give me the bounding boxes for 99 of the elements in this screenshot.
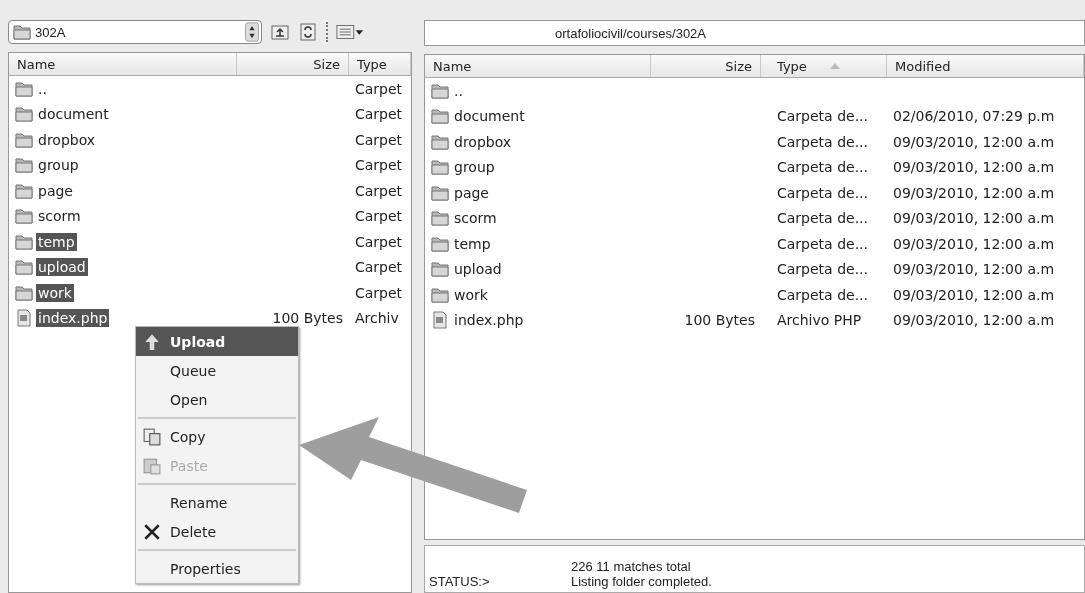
menu-item[interactable]: Open <box>136 385 298 414</box>
file-name[interactable]: page <box>452 183 491 202</box>
remote-path-field[interactable]: ortafoliocivil/courses/302A <box>424 20 1085 46</box>
file-name[interactable]: temp <box>36 232 77 251</box>
file-name[interactable]: page <box>36 181 75 200</box>
file-name[interactable]: group <box>452 158 497 177</box>
file-type: Carpet <box>355 233 403 250</box>
parent-folder-icon[interactable] <box>270 22 290 42</box>
file-name[interactable]: scorm <box>452 209 499 228</box>
column-header[interactable]: Type <box>761 55 887 77</box>
folder-icon <box>15 232 33 251</box>
modified-date: 02/06/2010, 07:29 p.m <box>893 108 1055 125</box>
menu-item[interactable]: Delete <box>136 517 298 546</box>
file-type: Carpet <box>355 182 403 199</box>
file-type: Archivo PHP <box>777 312 862 329</box>
menu-item[interactable]: Copy <box>136 422 298 451</box>
file-type: Carpeta de... <box>777 261 868 278</box>
folder-icon <box>431 285 449 304</box>
folder-icon <box>15 283 33 302</box>
column-header[interactable]: Name <box>9 53 237 75</box>
folder-icon <box>431 260 449 279</box>
folder-icon <box>13 23 31 41</box>
folder-icon <box>15 105 33 124</box>
menu-item[interactable]: Properties <box>136 554 298 583</box>
file-icon <box>15 309 33 328</box>
folder-icon <box>15 156 33 175</box>
folder-icon <box>15 79 33 98</box>
file-type: Carpet <box>355 208 403 225</box>
file-name[interactable]: upload <box>36 258 88 277</box>
file-type: Carpet <box>355 80 403 97</box>
file-name[interactable]: dropbox <box>36 130 98 149</box>
column-header[interactable]: Size <box>651 55 761 77</box>
file-type: Carpeta de... <box>777 108 868 125</box>
folder-icon <box>431 81 449 100</box>
modified-date: 09/03/2010, 12:00 a.m <box>893 159 1055 176</box>
menu-item[interactable]: Upload <box>136 327 298 356</box>
modified-date: 09/03/2010, 12:00 a.m <box>893 286 1055 303</box>
folder-icon <box>15 207 33 226</box>
modified-date: 09/03/2010, 12:00 a.m <box>893 312 1055 329</box>
file-type: Carpeta de... <box>777 286 868 303</box>
folder-icon <box>15 181 33 200</box>
file-type: Carpeta de... <box>777 159 868 176</box>
file-type: Carpeta de... <box>777 184 868 201</box>
file-name[interactable]: upload <box>452 260 504 279</box>
status-message: Listing folder completed. <box>571 574 712 589</box>
spinner-icon <box>245 22 259 42</box>
file-name[interactable]: scorm <box>36 207 83 226</box>
folder-icon <box>431 158 449 177</box>
paste-icon <box>143 456 161 475</box>
file-name[interactable]: temp <box>452 234 493 253</box>
menu-item[interactable]: Rename <box>136 488 298 517</box>
file-type: Carpet <box>355 131 403 148</box>
file-type: Carpet <box>355 259 403 276</box>
file-name[interactable]: .. <box>452 81 465 100</box>
file-type: Carpet <box>355 106 403 123</box>
modified-date: 09/03/2010, 12:00 a.m <box>893 133 1055 150</box>
file-name[interactable]: index.php <box>36 309 110 328</box>
view-menu-icon[interactable] <box>336 22 364 42</box>
sort-arrow-icon <box>828 62 841 70</box>
column-header[interactable]: Type <box>349 53 411 75</box>
file-size: 100 Bytes <box>272 310 343 327</box>
status-label: STATUS:> <box>429 574 491 589</box>
file-name[interactable]: work <box>36 283 74 302</box>
refresh-icon[interactable] <box>298 22 318 42</box>
file-size: 100 Bytes <box>684 312 755 329</box>
folder-icon <box>431 107 449 126</box>
file-name[interactable]: document <box>452 107 527 126</box>
copy-icon <box>143 427 161 446</box>
file-type: Carpeta de... <box>777 210 868 227</box>
folder-icon <box>431 234 449 253</box>
file-type: Carpet <box>355 157 403 174</box>
file-name[interactable]: .. <box>36 79 49 98</box>
up-arrow-icon <box>143 332 161 351</box>
column-header[interactable]: Modified <box>887 55 1084 77</box>
folder-icon <box>431 132 449 151</box>
file-name[interactable]: document <box>36 105 111 124</box>
folder-icon <box>15 130 33 149</box>
modified-date: 09/03/2010, 12:00 a.m <box>893 210 1055 227</box>
file-type: Carpeta de... <box>777 133 868 150</box>
folder-icon <box>15 258 33 277</box>
menu-item[interactable]: Queue <box>136 356 298 385</box>
file-type: Carpet <box>355 284 403 301</box>
modified-date: 09/03/2010, 12:00 a.m <box>893 184 1055 201</box>
file-type: Archiv <box>355 310 399 327</box>
modified-date: 09/03/2010, 12:00 a.m <box>893 261 1055 278</box>
file-name[interactable]: work <box>452 285 490 304</box>
delete-icon <box>143 522 161 541</box>
folder-combo[interactable]: 302A <box>8 20 262 44</box>
folder-icon <box>431 209 449 228</box>
file-name[interactable]: group <box>36 156 81 175</box>
modified-date: 09/03/2010, 12:00 a.m <box>893 235 1055 252</box>
file-icon <box>431 311 449 330</box>
file-type: Carpeta de... <box>777 235 868 252</box>
column-header[interactable]: Name <box>425 55 651 77</box>
file-name[interactable]: index.php <box>452 311 526 330</box>
column-header[interactable]: Size <box>237 53 349 75</box>
folder-icon <box>431 183 449 202</box>
file-name[interactable]: dropbox <box>452 132 514 151</box>
status-message: 226 11 matches total <box>571 559 692 574</box>
